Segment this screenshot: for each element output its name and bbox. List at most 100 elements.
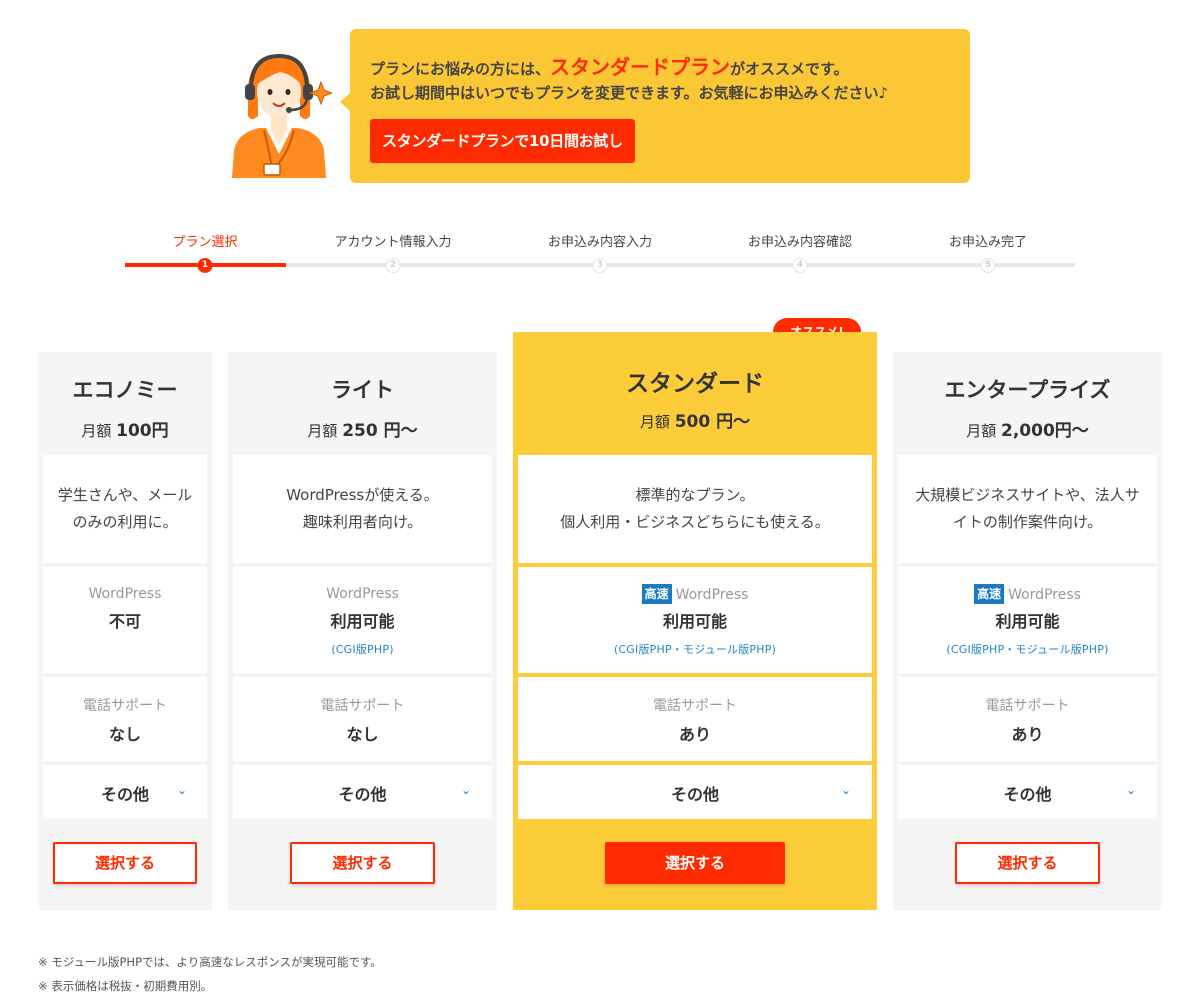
phone-support-label: 電話サポート: [83, 698, 167, 714]
wordpress-label: WordPress: [675, 587, 749, 603]
other-features-toggle[interactable]: その他 ⌄: [518, 765, 872, 819]
banner-headline: プランにお悩みの方には、スタンダードプランがオススメです。: [370, 51, 849, 80]
select-plan-button[interactable]: 選択する: [290, 842, 435, 884]
plan-description-line2: イトの制作案件向け。: [952, 513, 1103, 531]
banner-headline-prefix: プランにお悩みの方には、: [370, 60, 551, 78]
phone-support-feature: 電話サポート なし: [43, 677, 207, 761]
wordpress-feature: 高速 WordPress 利用可能 (CGI版PHP・モジュール版PHP): [898, 567, 1157, 673]
wordpress-value: 不可: [108, 612, 141, 631]
wordpress-label: WordPress: [88, 586, 162, 602]
price-prefix: 月額: [81, 422, 112, 440]
plan-name: エコノミー: [72, 378, 178, 402]
banner-subtext: お試し期間中はいつでもプランを変更できます。お気軽にお申込みください♪: [370, 84, 889, 102]
phone-support-label: 電話サポート: [653, 698, 737, 714]
support-operator-illustration: [232, 53, 332, 178]
plan-description-line1: WordPressが使える。: [286, 486, 439, 504]
price-suffix: 〜: [400, 421, 418, 441]
price-suffix: 〜: [1071, 421, 1089, 441]
select-plan-button[interactable]: 選択する: [53, 842, 197, 884]
wordpress-feature: WordPress 利用可能 (CGI版PHP): [233, 567, 492, 673]
footnote-module-php: ※ モジュール版PHPでは、より高速なレスポンスが実現可能です。: [38, 955, 382, 969]
phone-support-value: あり: [678, 725, 711, 744]
step-number-2: 2: [385, 258, 401, 273]
phone-support-value: あり: [1011, 725, 1044, 744]
other-label: その他: [1003, 785, 1052, 804]
plan-price: 月額 2,000円〜: [893, 416, 1162, 441]
chevron-down-icon: ⌄: [461, 783, 472, 797]
plan-description-line2: 趣味利用者向け。: [302, 513, 423, 531]
plan-selection-page: プランにお悩みの方には、スタンダードプランがオススメです。 お試し期間中はいつで…: [0, 0, 1200, 1000]
plan-card-standard: スタンダード 月額 500 円〜 標準的なプラン。 個人利用・ビジネスどちらにも…: [513, 332, 877, 910]
plan-name: エンタープライズ: [944, 378, 1111, 402]
phone-support-feature: 電話サポート なし: [233, 677, 492, 761]
wordpress-label: WordPress: [326, 586, 399, 602]
fast-badge: 高速: [641, 584, 672, 604]
plan-description: 標準的なプラン。 個人利用・ビジネスどちらにも使える。: [518, 455, 872, 563]
php-version-note: (CGI版PHP): [331, 643, 394, 656]
step-label-complete: お申込み完了: [948, 235, 1028, 250]
phone-support-value: なし: [346, 725, 379, 744]
plan-description-line1: 学生さんや、メール: [57, 486, 193, 504]
step-label-application-input: お申込み内容入力: [547, 235, 653, 250]
phone-support-feature: 電話サポート あり: [518, 677, 872, 761]
chevron-down-icon: ⌄: [841, 783, 852, 797]
plan-card-lite: ライト 月額 250 円〜 WordPressが使える。 趣味利用者向け。 Wo…: [228, 352, 497, 910]
banner-recommended-plan: スタンダードプラン: [550, 55, 731, 79]
price-prefix: 月額: [307, 422, 338, 440]
php-version-note: (CGI版PHP・モジュール版PHP): [946, 643, 1109, 656]
free-trial-button[interactable]: スタンダードプランで10日間お試し: [370, 119, 635, 163]
step-number-5: 5: [980, 258, 996, 273]
wordpress-value: 利用可能: [995, 612, 1060, 631]
step-label-account-info: アカウント情報入力: [334, 235, 452, 250]
step-label-plan-select: プラン選択: [172, 235, 238, 250]
banner-headline-suffix: がオススメです。: [730, 60, 849, 78]
wordpress-label: WordPress: [1008, 587, 1081, 603]
step-label-confirm: お申込み内容確認: [747, 235, 853, 250]
price-prefix: 月額: [966, 422, 997, 440]
plan-description-line1: 標準的なプラン。: [635, 486, 755, 504]
other-label: その他: [338, 785, 387, 804]
other-features-toggle[interactable]: その他 ⌄: [233, 765, 492, 819]
other-label: その他: [670, 785, 719, 804]
price-amount: 500 円: [674, 412, 734, 432]
fast-badge: 高速: [974, 584, 1005, 604]
select-plan-button[interactable]: 選択する: [955, 842, 1100, 884]
phone-support-label: 電話サポート: [985, 698, 1070, 714]
footnote-price: ※ 表示価格は税抜・初期費用別。: [38, 979, 213, 993]
price-amount: 250 円: [342, 421, 401, 441]
plan-price: 月額 500 円〜: [513, 407, 877, 432]
chevron-down-icon: ⌄: [177, 783, 188, 797]
wordpress-value: 利用可能: [662, 612, 727, 631]
price-prefix: 月額: [639, 413, 670, 431]
plan-card-enterprise: エンタープライズ 月額 2,000円〜 大規模ビジネスサイトや、法人サ イトの制…: [893, 352, 1162, 910]
plan-description-line1: 大規模ビジネスサイトや、法人サ: [915, 486, 1140, 504]
price-suffix: 〜: [733, 412, 751, 432]
recommendation-banner: プランにお悩みの方には、スタンダードプランがオススメです。 お試し期間中はいつで…: [340, 29, 970, 183]
phone-support-label: 電話サポート: [320, 698, 405, 714]
wordpress-feature: WordPress 不可: [43, 567, 207, 673]
select-plan-button[interactable]: 選択する: [605, 842, 785, 884]
plan-description-line2: のみの利用に。: [72, 513, 178, 531]
plan-price: 月額 100円: [38, 416, 212, 441]
wordpress-label-row: 高速 WordPress: [898, 584, 1157, 604]
chevron-down-icon: ⌄: [1126, 783, 1137, 797]
price-amount: 2,000円: [1001, 421, 1072, 441]
plan-description: 大規模ビジネスサイトや、法人サ イトの制作案件向け。: [898, 455, 1157, 563]
plan-name: ライト: [331, 378, 394, 402]
plan-card-economy: エコノミー 月額 100円 学生さんや、メール のみの利用に。 WordPres…: [38, 352, 212, 910]
step-number-3: 3: [592, 258, 608, 273]
plan-description: WordPressが使える。 趣味利用者向け。: [233, 455, 492, 563]
other-features-toggle[interactable]: その他 ⌄: [43, 765, 207, 819]
plan-name: スタンダード: [626, 371, 764, 397]
phone-support-value: なし: [108, 725, 141, 744]
price-amount: 100円: [116, 421, 169, 441]
plan-description-line2: 個人利用・ビジネスどちらにも使える。: [560, 513, 830, 531]
wordpress-label-row: 高速 WordPress: [518, 584, 872, 604]
wordpress-feature: 高速 WordPress 利用可能 (CGI版PHP・モジュール版PHP): [518, 567, 872, 673]
phone-support-feature: 電話サポート あり: [898, 677, 1157, 761]
footnotes: ※ モジュール版PHPでは、より高速なレスポンスが実現可能です。 ※ 表示価格は…: [38, 950, 382, 998]
step-number-4: 4: [792, 258, 808, 273]
wordpress-value: 利用可能: [330, 612, 395, 631]
other-features-toggle[interactable]: その他 ⌄: [898, 765, 1157, 819]
php-version-note: (CGI版PHP・モジュール版PHP): [613, 643, 777, 656]
